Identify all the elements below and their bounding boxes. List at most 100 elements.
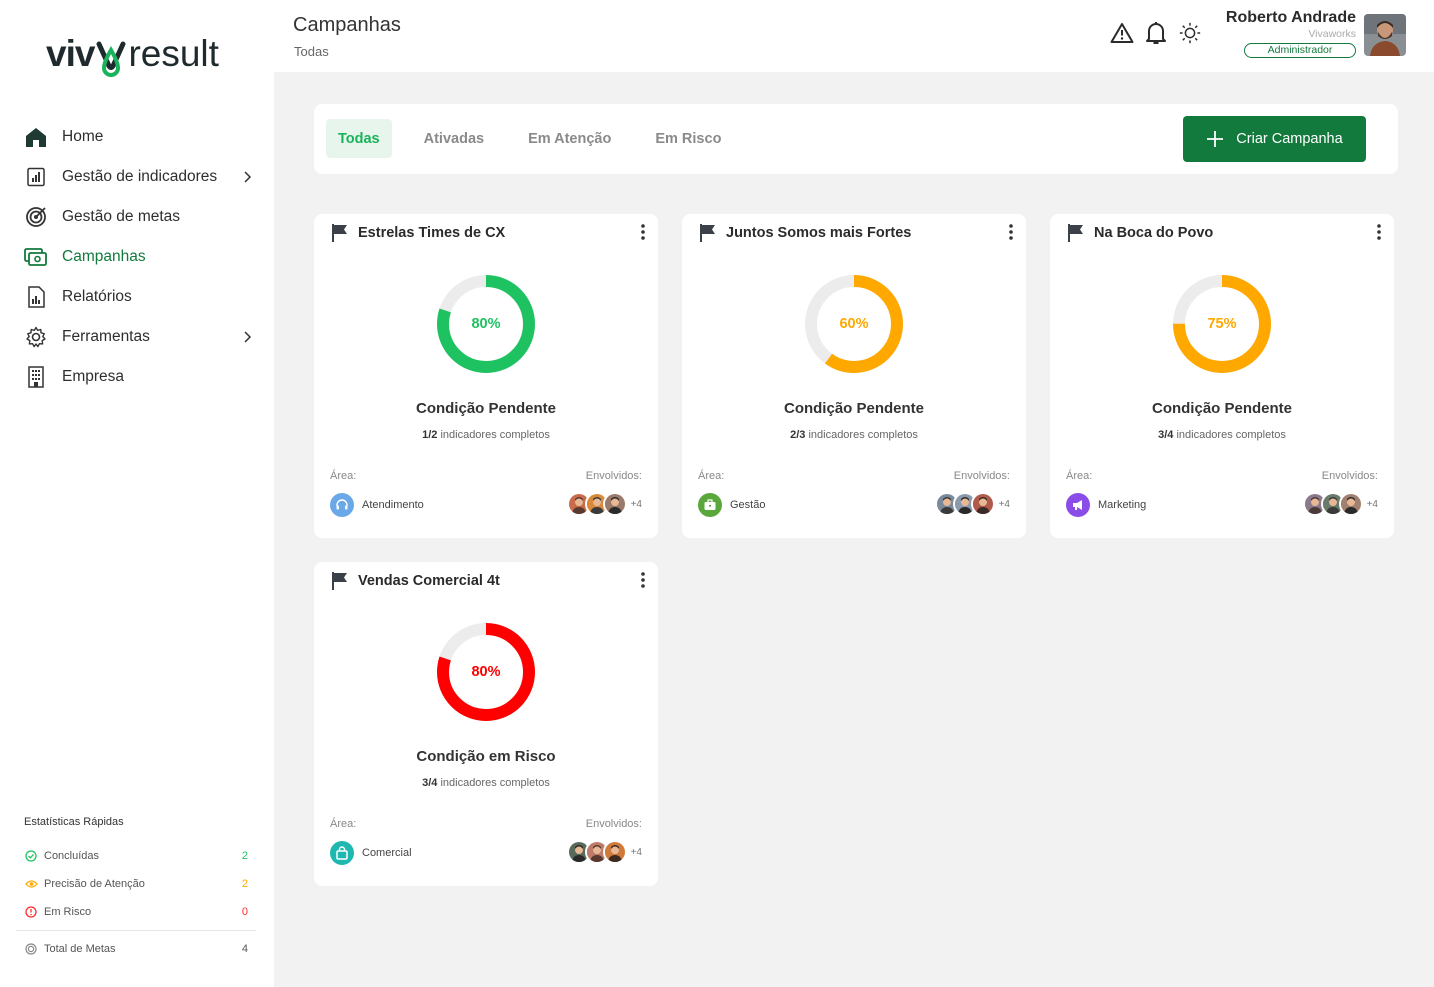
flag-icon xyxy=(330,571,350,591)
eye-icon xyxy=(24,877,38,891)
sun-icon[interactable] xyxy=(1178,20,1202,46)
card-header: Juntos Somos mais Fortes xyxy=(698,222,1016,244)
progress-percent: 75% xyxy=(1207,316,1237,332)
card-area: Comercial xyxy=(330,841,412,865)
progress-count: 1/2 xyxy=(422,429,438,441)
campaign-card[interactable]: Juntos Somos mais Fortes 60% Condição Pend… xyxy=(682,214,1026,538)
check-circle-icon xyxy=(24,849,38,863)
card-progress: 3/4 indicadores completos xyxy=(314,777,658,789)
more-participants[interactable]: +4 xyxy=(999,499,1010,510)
sidebar-item-label: Gestão de indicadores xyxy=(62,168,218,185)
progress-suffix: indicadores completos xyxy=(440,777,550,789)
brand-logo[interactable]: viv result xyxy=(46,28,236,80)
more-options-icon[interactable] xyxy=(638,223,648,243)
involved-avatars[interactable]: +4 xyxy=(566,840,642,864)
tab-todas[interactable]: Todas xyxy=(326,119,392,158)
stat-value: 0 xyxy=(241,906,248,918)
sidebar-item-indicadores[interactable]: Gestão de indicadores xyxy=(24,157,254,197)
participant-avatar[interactable] xyxy=(1338,492,1363,516)
involved-avatars[interactable]: +4 xyxy=(566,492,642,516)
sidebar-item-empresa[interactable]: Empresa xyxy=(24,357,254,397)
sidebar-item-home[interactable]: Home xyxy=(24,117,254,157)
sidebar-item-metas[interactable]: Gestão de metas xyxy=(24,197,254,237)
sidebar-item-label: Relatórios xyxy=(62,288,132,305)
card-area: Atendimento xyxy=(330,493,424,517)
target-icon xyxy=(24,205,48,229)
alert-circle-icon xyxy=(24,905,38,919)
card-area: Gestão xyxy=(698,493,765,517)
area-name: Atendimento xyxy=(362,499,424,511)
area-name: Gestão xyxy=(730,499,766,511)
stat-risco: Em Risco 0 xyxy=(24,898,248,926)
page-subtitle: Todas xyxy=(294,44,329,59)
participant-avatar[interactable] xyxy=(602,840,627,864)
card-header: Na Boca do Povo xyxy=(1066,222,1384,244)
report-icon xyxy=(24,285,48,309)
more-options-icon[interactable] xyxy=(1006,223,1016,243)
card-title: Na Boca do Povo xyxy=(1094,225,1214,241)
stat-atencao: Precisão de Atenção 2 xyxy=(24,870,248,898)
flag-icon xyxy=(698,223,718,243)
card-progress: 1/2 indicadores completos xyxy=(314,429,658,441)
tab-em-risco[interactable]: Em Risco xyxy=(643,119,733,158)
area-name: Marketing xyxy=(1098,499,1147,511)
card-progress: 3/4 indicadores completos xyxy=(1050,429,1394,441)
filter-bar: Todas Ativadas Em Atenção Em Risco Criar… xyxy=(314,104,1398,174)
stat-label: Concluídas xyxy=(44,850,100,862)
chevron-right-icon[interactable] xyxy=(240,170,254,184)
tab-ativadas[interactable]: Ativadas xyxy=(412,119,496,158)
progress-suffix: indicadores completos xyxy=(808,429,918,441)
involved-label: Envolvidos: xyxy=(585,470,642,482)
participant-avatar[interactable] xyxy=(970,492,995,516)
create-campaign-label: Criar Campanha xyxy=(1236,131,1343,147)
logo-drop-icon xyxy=(96,30,126,78)
campaign-card[interactable]: Estrelas Times de CX 80% Condição Pendente… xyxy=(314,214,658,538)
stat-total: Total de Metas 4 xyxy=(24,935,248,963)
stat-label: Total de Metas xyxy=(44,943,116,955)
sidebar-nav: Home Gestão de indicadores Gestão de met… xyxy=(24,117,254,397)
bell-icon[interactable] xyxy=(1144,20,1168,46)
brand-logo-part1: viv xyxy=(46,33,95,74)
page-title: Campanhas xyxy=(293,14,401,36)
involved-label: Envolvidos: xyxy=(585,818,642,830)
stats-divider xyxy=(16,930,256,931)
home-icon xyxy=(24,125,48,149)
involved-avatars[interactable]: +4 xyxy=(934,492,1010,516)
tab-list: Todas Ativadas Em Atenção Em Risco xyxy=(326,119,753,158)
card-title: Vendas Comercial 4t xyxy=(358,573,500,589)
sidebar-item-label: Empresa xyxy=(62,368,125,385)
sidebar-item-ferramentas[interactable]: Ferramentas xyxy=(24,317,254,357)
progress-percent: 60% xyxy=(839,316,869,332)
user-info[interactable]: Roberto Andrade Vivaworks Administrador xyxy=(1214,9,1356,58)
participant-avatar[interactable] xyxy=(602,492,627,516)
sidebar-item-relatorios[interactable]: Relatórios xyxy=(24,277,254,317)
chevron-right-icon[interactable] xyxy=(240,330,254,344)
flag-icon xyxy=(330,223,350,243)
more-participants[interactable]: +4 xyxy=(1367,499,1378,510)
sidebar-item-campanhas[interactable]: Campanhas xyxy=(24,237,254,277)
flag-icon xyxy=(1066,223,1086,243)
user-organization: Vivaworks xyxy=(1308,28,1356,40)
campaign-card[interactable]: Na Boca do Povo 75% Condição Pendente 3/4 i… xyxy=(1050,214,1394,538)
card-title: Juntos Somos mais Fortes xyxy=(726,225,912,241)
brand-logo-part2: result xyxy=(128,33,219,74)
header-actions xyxy=(1110,20,1202,46)
more-participants[interactable]: +4 xyxy=(631,847,642,858)
sidebar-item-label: Ferramentas xyxy=(62,328,150,345)
user-avatar[interactable] xyxy=(1364,14,1406,56)
progress-count: 2/3 xyxy=(790,429,806,441)
more-options-icon[interactable] xyxy=(638,571,648,591)
progress-suffix: indicadores completos xyxy=(440,429,550,441)
more-participants[interactable]: +4 xyxy=(631,499,642,510)
campaign-card[interactable]: Vendas Comercial 4t 80% Condição em Risco 3… xyxy=(314,562,658,886)
tab-em-atencao[interactable]: Em Atenção xyxy=(516,119,623,158)
warning-icon[interactable] xyxy=(1110,20,1134,46)
card-status: Condição em Risco xyxy=(416,748,556,765)
create-campaign-button[interactable]: Criar Campanha xyxy=(1183,116,1366,162)
more-options-icon[interactable] xyxy=(1374,223,1384,243)
card-status: Condição Pendente xyxy=(1151,400,1293,417)
top-header: Campanhas Todas Roberto Andrade Vivawork… xyxy=(274,0,1434,72)
target-small-icon xyxy=(24,942,38,956)
involved-avatars[interactable]: +4 xyxy=(1302,492,1378,516)
stat-label: Em Risco xyxy=(44,906,92,918)
